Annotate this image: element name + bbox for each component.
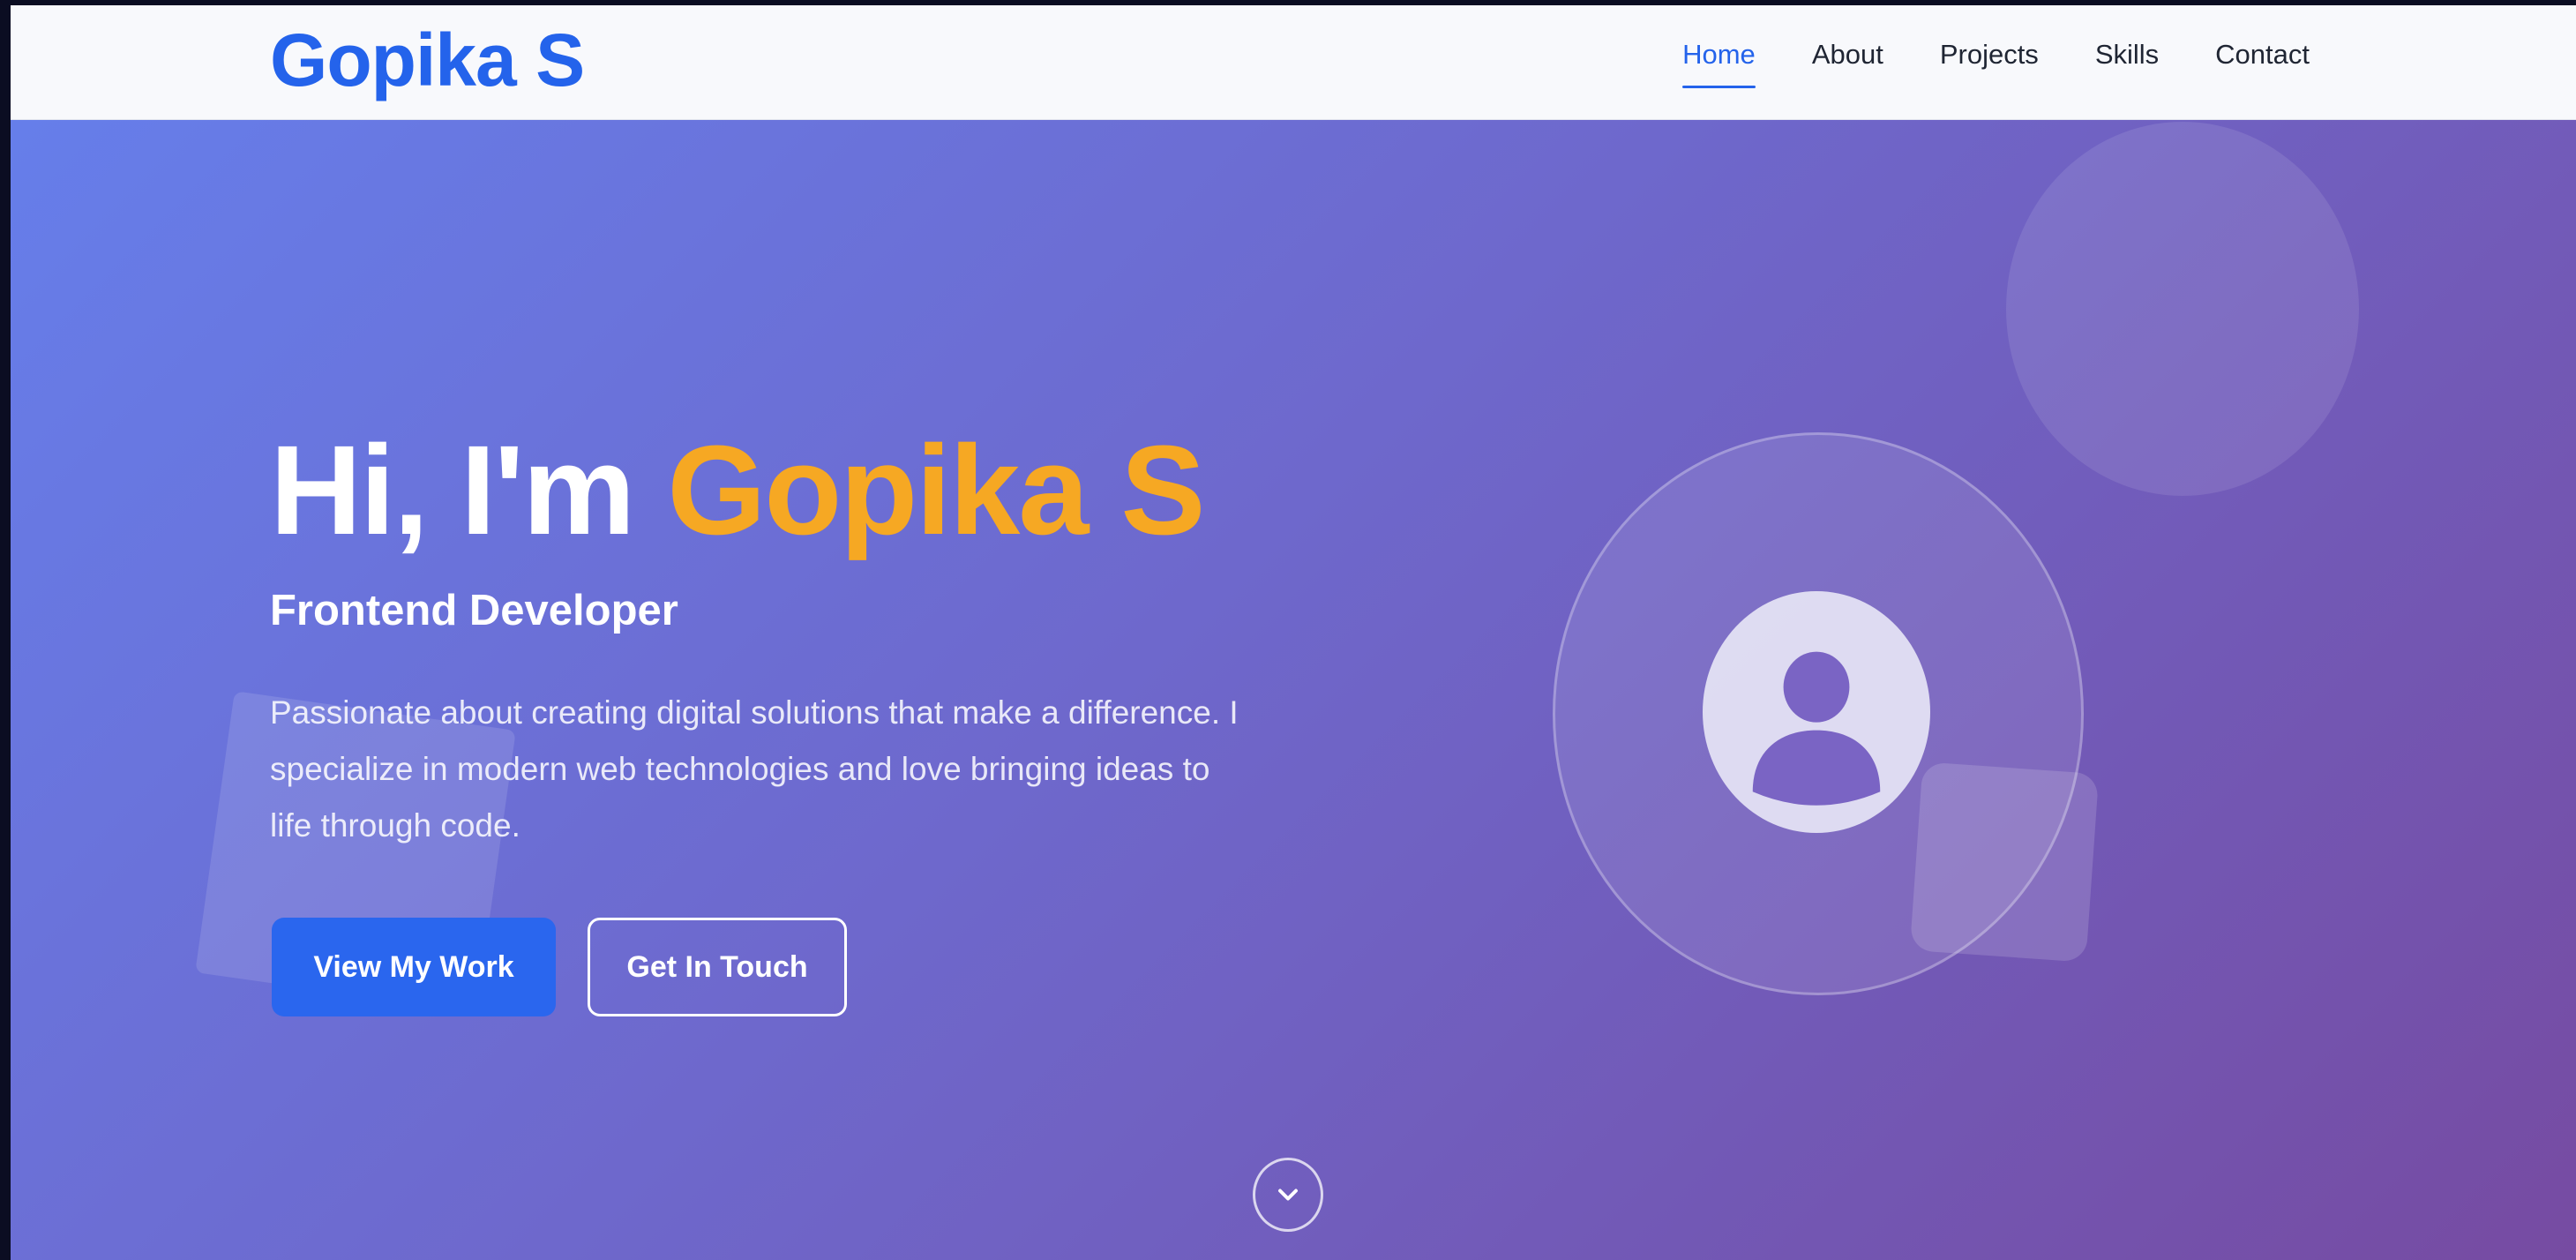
- site-logo[interactable]: Gopika S: [270, 16, 585, 104]
- page: Gopika S Home About Projects Skills Cont…: [11, 5, 2576, 1260]
- hero-section: Hi, I'm Gopika S Frontend Developer Pass…: [11, 120, 2576, 1260]
- nav-item-projects[interactable]: Projects: [1940, 37, 2039, 72]
- hero-subtitle: Frontend Developer: [270, 587, 678, 634]
- decorative-square-right: [1909, 761, 2100, 963]
- main-nav: Home About Projects Skills Contact: [1682, 5, 2310, 120]
- user-silhouette-icon: [1752, 651, 1881, 806]
- nav-item-about[interactable]: About: [1812, 37, 1883, 72]
- user-avatar-icon: [1703, 591, 1930, 833]
- get-in-touch-button[interactable]: Get In Touch: [588, 918, 847, 1016]
- nav-item-skills[interactable]: Skills: [2095, 37, 2159, 72]
- chevron-down-icon: [1278, 1189, 1298, 1201]
- scroll-down-button[interactable]: [1253, 1158, 1323, 1232]
- hero-name: Gopika S: [667, 419, 1205, 561]
- view-my-work-button[interactable]: View My Work: [272, 918, 556, 1016]
- nav-item-home[interactable]: Home: [1682, 37, 1756, 88]
- nav-item-contact[interactable]: Contact: [2215, 37, 2310, 72]
- hero-greeting: Hi, I'm: [270, 419, 668, 561]
- navbar: Gopika S Home About Projects Skills Cont…: [11, 5, 2576, 120]
- hero-title: Hi, I'm Gopika S: [270, 419, 1205, 561]
- hero-description: Passionate about creating digital soluti…: [270, 694, 1239, 844]
- decorative-circle: [2006, 122, 2359, 496]
